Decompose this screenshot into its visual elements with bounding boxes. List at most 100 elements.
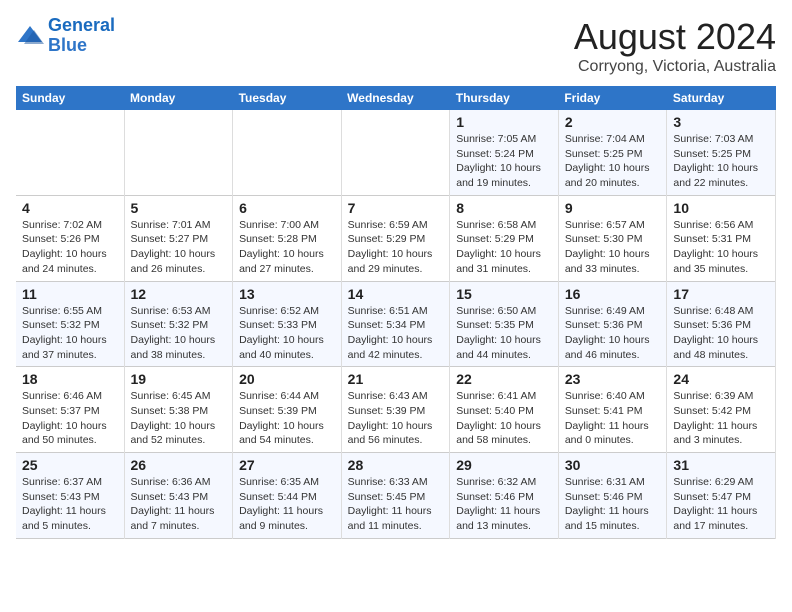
calendar-cell: 12Sunrise: 6:53 AM Sunset: 5:32 PM Dayli… <box>124 281 233 367</box>
calendar-cell: 21 Sunrise: 6:43 AM Sunset: 5:39 PM Dayli… <box>341 367 450 453</box>
calendar-week: 25 Sunrise: 6:37 AM Sunset: 5:43 PM Dayli… <box>16 453 776 539</box>
calendar-cell: 13Sunrise: 6:52 AM Sunset: 5:33 PM Dayli… <box>233 281 342 367</box>
calendar-cell: 20Sunrise: 6:44 AM Sunset: 5:39 PM Dayli… <box>233 367 342 453</box>
calendar-week: 18Sunrise: 6:46 AM Sunset: 5:37 PM Dayli… <box>16 367 776 453</box>
day-number: 19 <box>131 371 227 387</box>
day-info: Sunrise: 6:31 AM Sunset: 5:46 PM Dayligh… <box>565 475 661 534</box>
day-number: 9 <box>565 200 661 216</box>
calendar-cell: 28 Sunrise: 6:33 AM Sunset: 5:45 PM Dayli… <box>341 453 450 539</box>
day-info: Sunrise: 6:36 AM Sunset: 5:43 PM Dayligh… <box>131 475 227 534</box>
calendar-cell: 31Sunrise: 6:29 AM Sunset: 5:47 PM Dayli… <box>667 453 776 539</box>
day-number: 11 <box>22 286 118 302</box>
day-number: 12 <box>131 286 227 302</box>
calendar-cell: 15Sunrise: 6:50 AM Sunset: 5:35 PM Dayli… <box>450 281 559 367</box>
calendar-cell: 18Sunrise: 6:46 AM Sunset: 5:37 PM Dayli… <box>16 367 124 453</box>
day-info: Sunrise: 7:05 AM Sunset: 5:24 PM Dayligh… <box>456 132 552 191</box>
calendar-cell <box>16 110 124 195</box>
day-number: 6 <box>239 200 335 216</box>
day-number: 4 <box>22 200 118 216</box>
day-info: Sunrise: 6:29 AM Sunset: 5:47 PM Dayligh… <box>673 475 769 534</box>
day-number: 3 <box>673 114 769 130</box>
day-info: Sunrise: 6:48 AM Sunset: 5:36 PM Dayligh… <box>673 304 769 363</box>
calendar-cell <box>341 110 450 195</box>
day-info: Sunrise: 6:40 AM Sunset: 5:41 PM Dayligh… <box>565 389 661 448</box>
day-info: Sunrise: 6:43 AM Sunset: 5:39 PM Dayligh… <box>348 389 444 448</box>
logo-icon <box>16 22 44 50</box>
calendar-cell: 14 Sunrise: 6:51 AM Sunset: 5:34 PM Dayli… <box>341 281 450 367</box>
day-number: 17 <box>673 286 769 302</box>
calendar-cell: 17 Sunrise: 6:48 AM Sunset: 5:36 PM Dayli… <box>667 281 776 367</box>
calendar-table: SundayMondayTuesdayWednesdayThursdayFrid… <box>16 86 776 539</box>
day-number: 2 <box>565 114 661 130</box>
calendar-cell <box>233 110 342 195</box>
day-number: 18 <box>22 371 118 387</box>
day-info: Sunrise: 6:33 AM Sunset: 5:45 PM Dayligh… <box>348 475 444 534</box>
day-info: Sunrise: 6:44 AM Sunset: 5:39 PM Dayligh… <box>239 389 335 448</box>
day-header: Tuesday <box>233 86 342 110</box>
day-header: Monday <box>124 86 233 110</box>
day-header: Wednesday <box>341 86 450 110</box>
day-number: 8 <box>456 200 552 216</box>
calendar-cell: 11 Sunrise: 6:55 AM Sunset: 5:32 PM Dayli… <box>16 281 124 367</box>
title-block: August 2024 Corryong, Victoria, Australi… <box>574 16 776 76</box>
day-header: Friday <box>558 86 667 110</box>
calendar-cell: 25 Sunrise: 6:37 AM Sunset: 5:43 PM Dayli… <box>16 453 124 539</box>
calendar-cell: 26 Sunrise: 6:36 AM Sunset: 5:43 PM Dayli… <box>124 453 233 539</box>
calendar-cell: 9 Sunrise: 6:57 AM Sunset: 5:30 PM Daylig… <box>558 195 667 281</box>
day-info: Sunrise: 7:01 AM Sunset: 5:27 PM Dayligh… <box>131 218 227 277</box>
calendar-cell: 29 Sunrise: 6:32 AM Sunset: 5:46 PM Dayli… <box>450 453 559 539</box>
day-number: 14 <box>348 286 444 302</box>
day-number: 10 <box>673 200 769 216</box>
day-info: Sunrise: 6:49 AM Sunset: 5:36 PM Dayligh… <box>565 304 661 363</box>
logo-line2: Blue <box>48 35 87 55</box>
day-number: 25 <box>22 457 118 473</box>
day-info: Sunrise: 6:59 AM Sunset: 5:29 PM Dayligh… <box>348 218 444 277</box>
day-info: Sunrise: 6:45 AM Sunset: 5:38 PM Dayligh… <box>131 389 227 448</box>
day-info: Sunrise: 6:50 AM Sunset: 5:35 PM Dayligh… <box>456 304 552 363</box>
day-number: 28 <box>348 457 444 473</box>
day-header: Saturday <box>667 86 776 110</box>
calendar-week: 1 Sunrise: 7:05 AM Sunset: 5:24 PM Daylig… <box>16 110 776 195</box>
page-header: General Blue August 2024 Corryong, Victo… <box>16 16 776 76</box>
calendar-cell: 27Sunrise: 6:35 AM Sunset: 5:44 PM Dayli… <box>233 453 342 539</box>
logo-line1: General <box>48 15 115 35</box>
calendar-cell: 5 Sunrise: 7:01 AM Sunset: 5:27 PM Daylig… <box>124 195 233 281</box>
day-info: Sunrise: 6:55 AM Sunset: 5:32 PM Dayligh… <box>22 304 118 363</box>
calendar-cell: 2 Sunrise: 7:04 AM Sunset: 5:25 PM Daylig… <box>558 110 667 195</box>
calendar-cell: 1 Sunrise: 7:05 AM Sunset: 5:24 PM Daylig… <box>450 110 559 195</box>
day-info: Sunrise: 6:39 AM Sunset: 5:42 PM Dayligh… <box>673 389 769 448</box>
day-number: 22 <box>456 371 552 387</box>
day-info: Sunrise: 6:58 AM Sunset: 5:29 PM Dayligh… <box>456 218 552 277</box>
calendar-week: 11 Sunrise: 6:55 AM Sunset: 5:32 PM Dayli… <box>16 281 776 367</box>
day-info: Sunrise: 6:41 AM Sunset: 5:40 PM Dayligh… <box>456 389 552 448</box>
day-number: 7 <box>348 200 444 216</box>
logo: General Blue <box>16 16 115 56</box>
day-number: 26 <box>131 457 227 473</box>
day-info: Sunrise: 6:57 AM Sunset: 5:30 PM Dayligh… <box>565 218 661 277</box>
day-number: 5 <box>131 200 227 216</box>
day-info: Sunrise: 7:03 AM Sunset: 5:25 PM Dayligh… <box>673 132 769 191</box>
calendar-cell: 19 Sunrise: 6:45 AM Sunset: 5:38 PM Dayli… <box>124 367 233 453</box>
calendar-cell: 3 Sunrise: 7:03 AM Sunset: 5:25 PM Daylig… <box>667 110 776 195</box>
day-number: 13 <box>239 286 335 302</box>
day-number: 21 <box>348 371 444 387</box>
calendar-title: August 2024 <box>574 16 776 58</box>
calendar-cell: 8 Sunrise: 6:58 AM Sunset: 5:29 PM Daylig… <box>450 195 559 281</box>
day-number: 16 <box>565 286 661 302</box>
day-info: Sunrise: 7:04 AM Sunset: 5:25 PM Dayligh… <box>565 132 661 191</box>
calendar-cell: 4Sunrise: 7:02 AM Sunset: 5:26 PM Daylig… <box>16 195 124 281</box>
calendar-cell: 10Sunrise: 6:56 AM Sunset: 5:31 PM Dayli… <box>667 195 776 281</box>
day-info: Sunrise: 6:37 AM Sunset: 5:43 PM Dayligh… <box>22 475 118 534</box>
day-number: 29 <box>456 457 552 473</box>
calendar-cell: 23 Sunrise: 6:40 AM Sunset: 5:41 PM Dayli… <box>558 367 667 453</box>
calendar-week: 4Sunrise: 7:02 AM Sunset: 5:26 PM Daylig… <box>16 195 776 281</box>
day-number: 1 <box>456 114 552 130</box>
calendar-cell: 24Sunrise: 6:39 AM Sunset: 5:42 PM Dayli… <box>667 367 776 453</box>
day-info: Sunrise: 6:51 AM Sunset: 5:34 PM Dayligh… <box>348 304 444 363</box>
day-info: Sunrise: 6:32 AM Sunset: 5:46 PM Dayligh… <box>456 475 552 534</box>
logo-text: General Blue <box>48 16 115 56</box>
calendar-cell: 7 Sunrise: 6:59 AM Sunset: 5:29 PM Daylig… <box>341 195 450 281</box>
calendar-cell: 30Sunrise: 6:31 AM Sunset: 5:46 PM Dayli… <box>558 453 667 539</box>
day-number: 23 <box>565 371 661 387</box>
day-header: Sunday <box>16 86 124 110</box>
